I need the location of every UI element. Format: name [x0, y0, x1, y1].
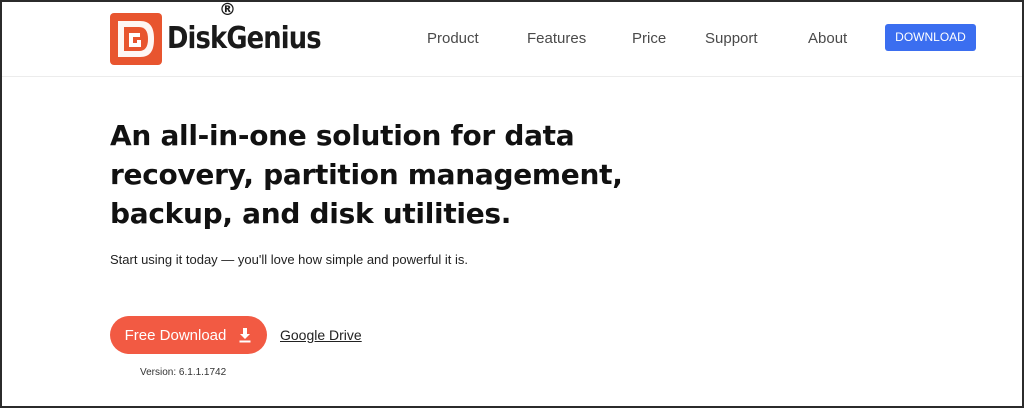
header-download-button[interactable]: DOWNLOAD [885, 24, 976, 51]
site-header: DiskGenius ® Product Features Price Supp… [2, 2, 1022, 77]
nav-item-price[interactable]: Price [632, 30, 666, 48]
nav-item-about[interactable]: About [808, 30, 847, 48]
main-nav: Product Features Price Support About [2, 2, 1022, 76]
nav-item-features[interactable]: Features [527, 30, 586, 48]
version-label: Version: 6.1.1.1742 [140, 367, 227, 378]
free-download-label: Free Download [124, 326, 227, 344]
page-frame: DiskGenius ® Product Features Price Supp… [0, 0, 1024, 408]
download-arrow-icon [239, 328, 251, 343]
google-drive-link[interactable]: Google Drive [280, 327, 362, 344]
nav-item-support[interactable]: Support [705, 30, 758, 48]
hero-subtitle: Start using it today — you'll love how s… [110, 252, 468, 267]
nav-item-product[interactable]: Product [427, 30, 479, 48]
free-download-button[interactable]: Free Download [110, 316, 267, 354]
hero-title: An all-in-one solution for data recovery… [110, 119, 623, 230]
